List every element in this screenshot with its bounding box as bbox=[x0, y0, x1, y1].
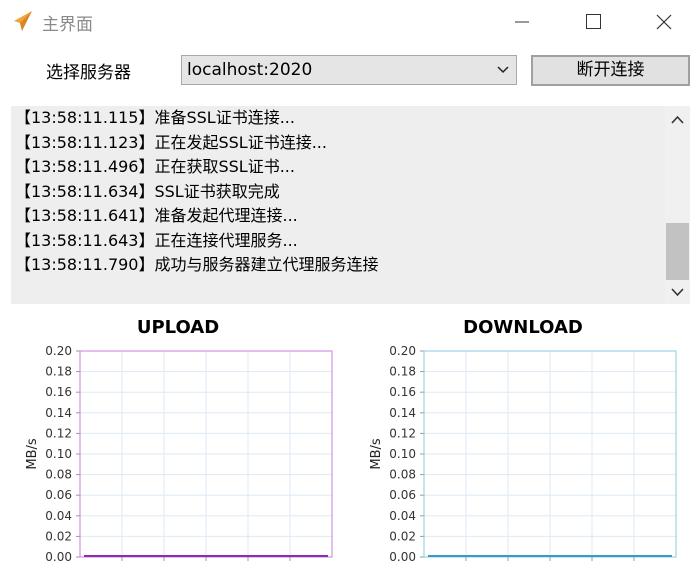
download-ytick-label: 0.16 bbox=[389, 385, 416, 399]
upload-ytick-label: 0.20 bbox=[45, 344, 72, 358]
download-ytick-label: 0.04 bbox=[389, 509, 416, 523]
upload-ytick-label: 0.16 bbox=[45, 385, 72, 399]
download-ytick-label: 0.02 bbox=[389, 529, 416, 543]
main-window: 主界面 选择服务器 localhost:2020 断开连接 【13:58:11.… bbox=[0, 0, 700, 570]
upload-ytick-label: 0.06 bbox=[45, 488, 72, 502]
download-ytick-label: 0.18 bbox=[389, 365, 416, 379]
upload-ytick-label: 0.10 bbox=[45, 447, 72, 461]
download-ytick-label: 0.14 bbox=[389, 406, 416, 420]
upload-ytick-label: 0.04 bbox=[45, 509, 72, 523]
upload-ytick-label: 0.12 bbox=[45, 426, 72, 440]
download-ytick-label: 0.08 bbox=[389, 468, 416, 482]
upload-ytick-label: 0.00 bbox=[45, 550, 72, 564]
download-ylabel: MB/s bbox=[369, 438, 384, 470]
download-ytick-label: 0.10 bbox=[389, 447, 416, 461]
download-ytick-label: 0.20 bbox=[389, 344, 416, 358]
download-ytick-label: 0.12 bbox=[389, 426, 416, 440]
upload-ytick-label: 0.08 bbox=[45, 468, 72, 482]
upload-ylabel: MB/s bbox=[25, 438, 40, 470]
upload-ytick-label: 0.18 bbox=[45, 365, 72, 379]
download-ytick-label: 0.00 bbox=[389, 550, 416, 564]
download-ytick-label: 0.06 bbox=[389, 488, 416, 502]
upload-ytick-label: 0.02 bbox=[45, 529, 72, 543]
upload-ytick-label: 0.14 bbox=[45, 406, 72, 420]
charts-canvas: 0.00 0.02 0.04 0.06 0.08 0.10 0.12 0.14 0.16 0.18… bbox=[25, 344, 677, 564]
